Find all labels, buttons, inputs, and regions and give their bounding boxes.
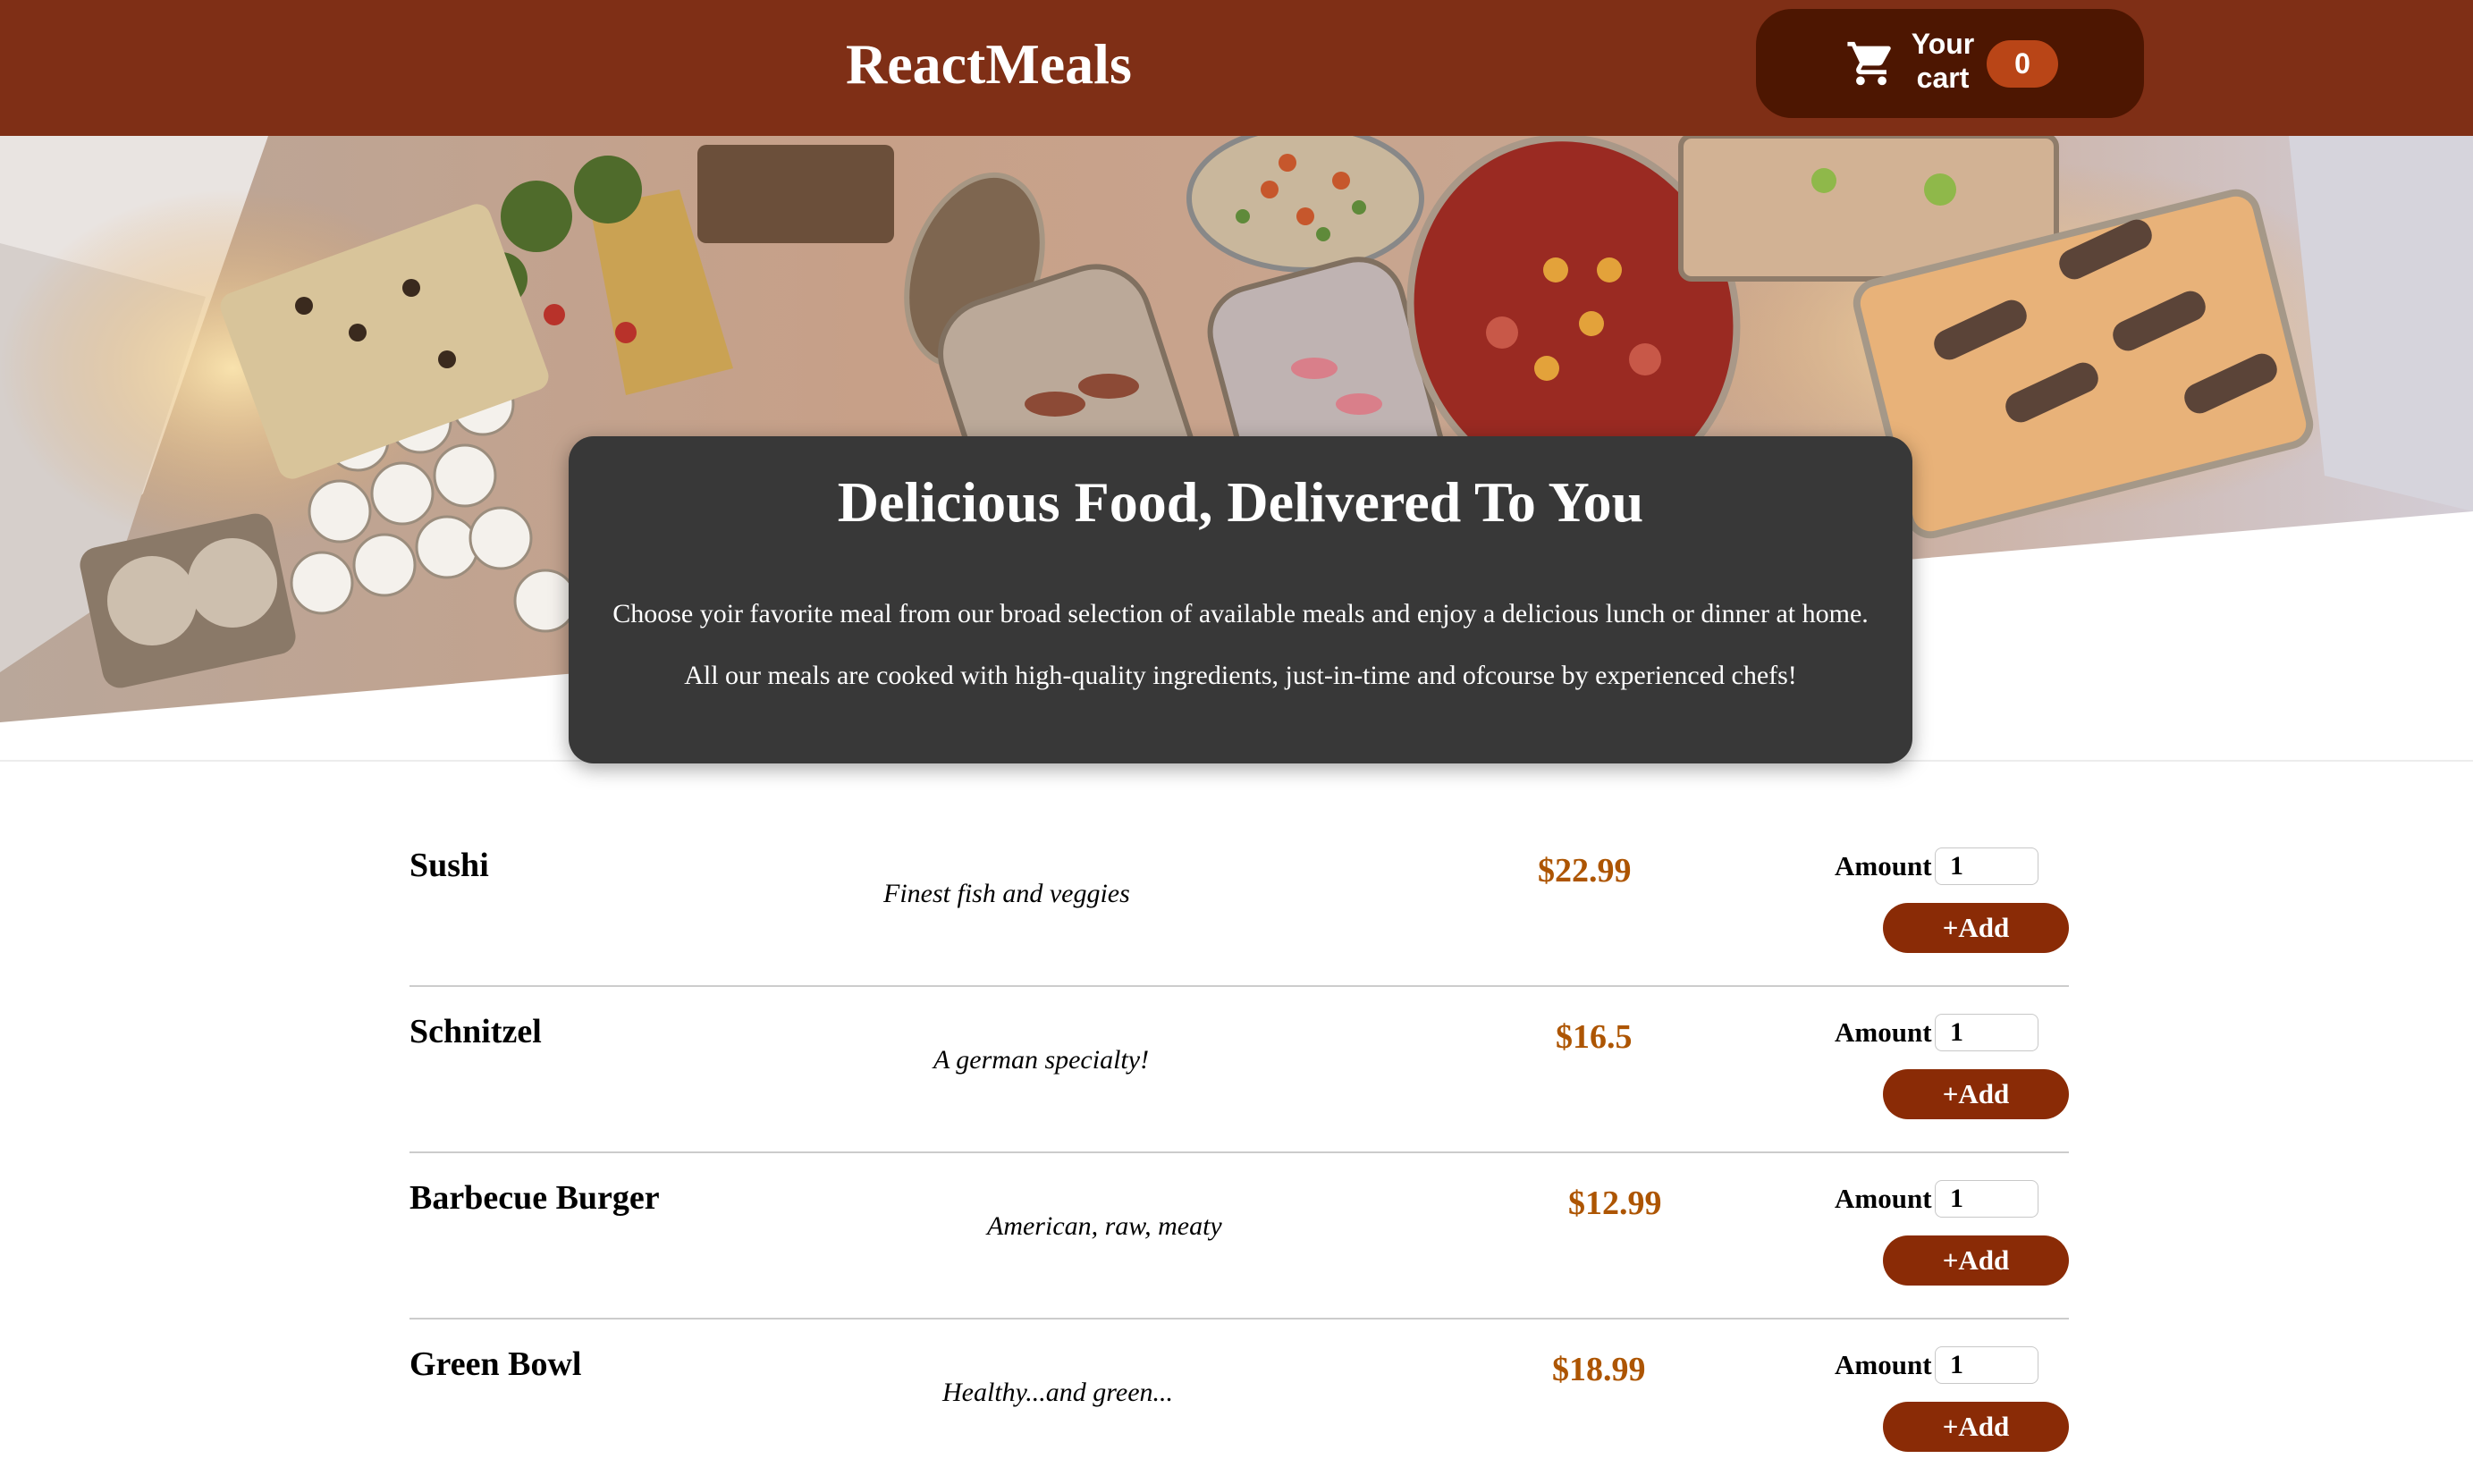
amount-input[interactable]	[1935, 1014, 2038, 1051]
app-header: ReactMeals Your cart 0	[0, 0, 2473, 136]
summary-paragraph-2: All our meals are cooked with high-quali…	[684, 661, 1797, 690]
add-button[interactable]: +Add	[1883, 1235, 2069, 1286]
meal-price: $12.99	[1568, 1185, 1662, 1222]
amount-label: Amount	[1835, 850, 1932, 881]
meal-name: Sushi	[409, 847, 489, 884]
meal-item-sushi: Sushi Finest fish and veggies $22.99 Amo…	[409, 821, 2069, 987]
add-button[interactable]: +Add	[1883, 1402, 2069, 1452]
meal-price: $18.99	[1552, 1351, 1646, 1388]
amount-input[interactable]	[1935, 847, 2038, 885]
amount-label: Amount	[1835, 1016, 1932, 1048]
meal-name: Green Bowl	[409, 1345, 582, 1383]
meal-price: $22.99	[1538, 852, 1632, 890]
meal-description: Finest fish and veggies	[883, 879, 1130, 908]
meal-item-green-bowl: Green Bowl Healthy...and green... $18.99…	[409, 1320, 2069, 1484]
amount-label: Amount	[1835, 1349, 1932, 1380]
meal-description: A german specialty!	[933, 1045, 1150, 1075]
meal-item-schnitzel: Schnitzel A german specialty! $16.5 Amou…	[409, 987, 2069, 1153]
brand-title: ReactMeals	[846, 32, 1132, 96]
summary-title: Delicious Food, Delivered To You	[837, 470, 1644, 534]
meal-price: $16.5	[1556, 1018, 1633, 1056]
meal-name: Barbecue Burger	[409, 1179, 660, 1217]
amount-input[interactable]	[1935, 1346, 2038, 1384]
meal-name: Schnitzel	[409, 1013, 542, 1050]
add-button[interactable]: +Add	[1883, 1069, 2069, 1119]
cart-count-badge: 0	[1987, 40, 2058, 88]
cart-label: Your cart	[1911, 28, 1975, 94]
add-button[interactable]: +Add	[1883, 903, 2069, 953]
meals-summary-card: Delicious Food, Delivered To You Choose …	[569, 436, 1912, 763]
summary-paragraph-1: Choose yoir favorite meal from our broad…	[612, 599, 1869, 628]
meals-list: Sushi Finest fish and veggies $22.99 Amo…	[409, 821, 2069, 1484]
cart-button[interactable]: Your cart 0	[1756, 9, 2144, 118]
meal-item-barbecue-burger: Barbecue Burger American, raw, meaty $12…	[409, 1153, 2069, 1320]
meal-description: Healthy...and green...	[942, 1378, 1174, 1407]
amount-input[interactable]	[1935, 1180, 2038, 1218]
amount-label: Amount	[1835, 1183, 1932, 1214]
meal-description: American, raw, meaty	[987, 1211, 1222, 1241]
